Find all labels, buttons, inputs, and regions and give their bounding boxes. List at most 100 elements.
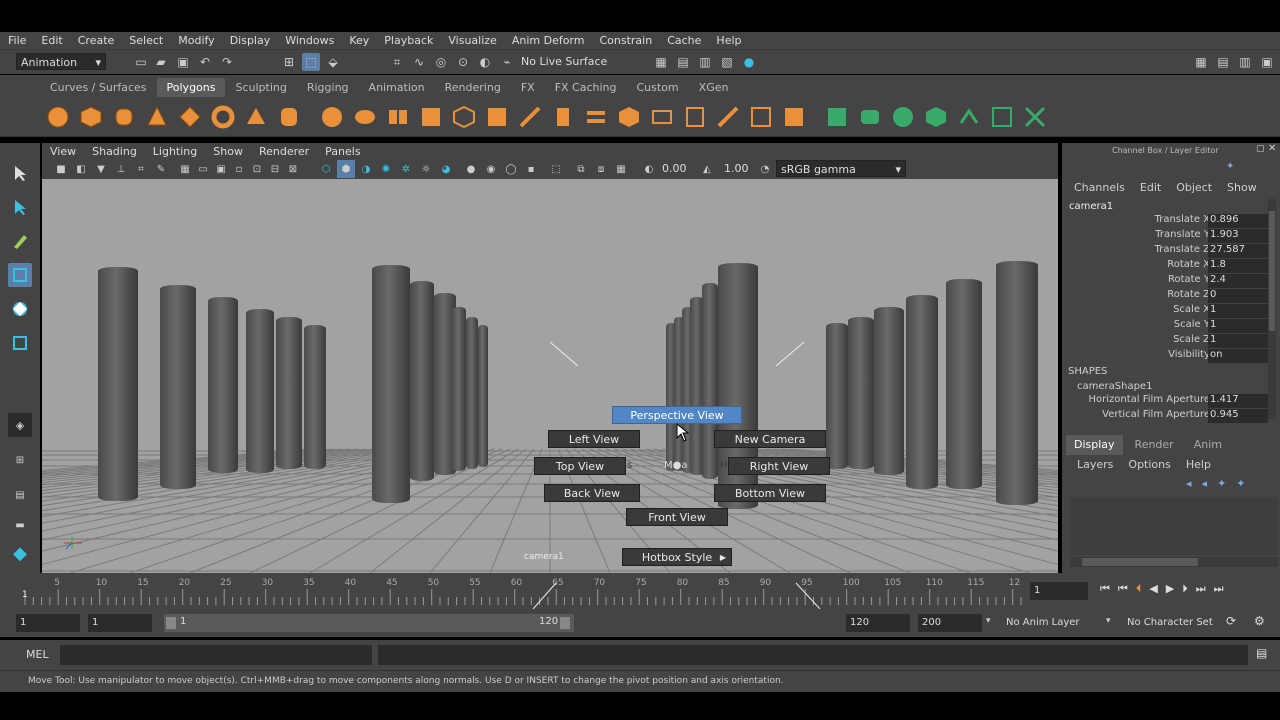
play-forward-icon[interactable]: ▶	[1166, 582, 1174, 596]
menu-set-dropdown[interactable]: Animation ▾	[16, 53, 106, 70]
wireframe-icon[interactable]: ⬡	[317, 160, 335, 178]
pillar-cylinder[interactable]	[276, 317, 302, 469]
safe-title-icon[interactable]: ⊠	[284, 160, 302, 178]
hotbox-style-button[interactable]: Hotbox Style ▶	[622, 548, 732, 566]
tab-animation[interactable]: Animation	[359, 78, 435, 97]
ambient-occlusion-icon[interactable]: ●	[462, 160, 480, 178]
menu-key[interactable]: Key	[349, 34, 369, 47]
menu-cache[interactable]: Cache	[667, 34, 701, 47]
exposure-value[interactable]: 0.00	[662, 162, 687, 175]
tool-settings-icon[interactable]: ▥	[1236, 53, 1254, 71]
animation-start-field[interactable]: 1	[16, 614, 80, 632]
channel-value-field[interactable]: 0.896	[1208, 214, 1268, 228]
layer-list[interactable]	[1070, 497, 1278, 555]
snap-point-icon[interactable]: ◎	[432, 53, 450, 71]
hotbox-left-view[interactable]: Left View	[548, 430, 640, 448]
channel-value-field[interactable]: 2.4	[1208, 274, 1268, 288]
menu-constrain[interactable]: Constrain	[599, 34, 652, 47]
pillar-cylinder[interactable]	[478, 325, 488, 467]
append-polygon-icon[interactable]	[749, 105, 773, 129]
x-ray-icon[interactable]: ✲	[397, 160, 415, 178]
render-view-icon[interactable]: ▦	[652, 53, 670, 71]
channel-value-field[interactable]: 1	[1208, 304, 1268, 318]
viewport-scene[interactable]: camera1 Perspective View Left View New C…	[42, 179, 1058, 573]
menu-modify[interactable]: Modify	[178, 34, 214, 47]
pillar-cylinder[interactable]	[452, 307, 466, 471]
hotbox-new-camera[interactable]: New Camera	[714, 430, 826, 448]
tab-polygons[interactable]: Polygons	[156, 77, 226, 97]
graph-layout-icon[interactable]: ▬	[8, 513, 32, 537]
wireframe-on-shaded-icon[interactable]: ◑	[357, 160, 375, 178]
channel-row[interactable]: Rotate X 1.8	[1062, 259, 1272, 274]
select-object-icon[interactable]: ⬚	[302, 53, 320, 71]
tab-render-layers[interactable]: Render	[1123, 435, 1186, 455]
channel-row[interactable]: Visibility on	[1062, 349, 1272, 364]
camera-attributes-icon[interactable]: ◧	[72, 160, 90, 178]
command-language-label[interactable]: MEL	[26, 648, 49, 661]
textured-icon[interactable]: ✺	[377, 160, 395, 178]
separate-icon[interactable]	[353, 105, 377, 129]
tab-display-layers[interactable]: Display	[1066, 435, 1123, 455]
snap-surface-icon[interactable]: ⊙	[454, 53, 472, 71]
field-chart-icon[interactable]: ⊡	[248, 160, 266, 178]
channel-value-field[interactable]: 1.8	[1208, 259, 1268, 273]
new-layer-icon[interactable]: ✦	[1217, 477, 1226, 490]
poly-cone-icon[interactable]	[145, 105, 169, 129]
anti-alias-icon[interactable]: ◯	[502, 160, 520, 178]
step-back-frame-icon[interactable]: ⏴	[1136, 582, 1142, 596]
uv-cylindrical-icon[interactable]	[858, 105, 882, 129]
poly-torus-icon[interactable]	[211, 105, 235, 129]
preferences-icon[interactable]: ⚙	[1254, 614, 1265, 628]
pillar-cylinder[interactable]	[996, 261, 1038, 505]
uv-automatic-icon[interactable]	[924, 105, 948, 129]
boolean-icon[interactable]	[617, 105, 641, 129]
multi-cut-icon[interactable]	[650, 105, 674, 129]
viewport-menu-renderer[interactable]: Renderer	[259, 145, 309, 158]
tab-curves-surfaces[interactable]: Curves / Surfaces	[40, 78, 157, 97]
uv-editor-icon[interactable]	[957, 105, 981, 129]
channel-row[interactable]: Scale Y1	[1062, 319, 1272, 334]
hotbox-back-view[interactable]: Back View	[544, 484, 640, 502]
gate-mask-icon[interactable]: ▫	[230, 160, 248, 178]
menu-playback[interactable]: Playback	[384, 34, 433, 47]
chevron-down-icon[interactable]: ▾	[986, 616, 991, 626]
four-view-layout-icon[interactable]: ⊞	[8, 448, 32, 472]
edit-menu[interactable]: Edit	[1140, 181, 1161, 194]
auto-key-icon[interactable]: ⟳	[1226, 614, 1236, 628]
pillar-cylinder[interactable]	[98, 267, 138, 501]
backface-icon[interactable]: ▦	[612, 160, 630, 178]
channel-row[interactable]: Scale Z1	[1062, 334, 1272, 349]
new-scene-icon[interactable]: ▭	[132, 53, 150, 71]
pillar-cylinder[interactable]	[246, 309, 274, 473]
viewport-menu-lighting[interactable]: Lighting	[153, 145, 197, 158]
gamma-icon[interactable]: ◭	[698, 160, 716, 178]
workspace-icon[interactable]: ▦	[1192, 53, 1210, 71]
film-gate-icon[interactable]: ▭	[194, 160, 212, 178]
tab-custom[interactable]: Custom	[627, 78, 689, 97]
time-slider[interactable]: 5 10 15 20 25 30 35 40 45 50 55 60 65 70 75 80 85 90 95 100…	[0, 573, 1280, 609]
resolution-gate-icon[interactable]: ▣	[212, 160, 230, 178]
bridge-icon[interactable]	[584, 105, 608, 129]
menu-file[interactable]: File	[8, 34, 26, 47]
hotbox-bottom-view[interactable]: Bottom View	[714, 484, 826, 502]
uv-planar-icon[interactable]	[825, 105, 849, 129]
menu-create[interactable]: Create	[78, 34, 115, 47]
show-menu[interactable]: Show	[1227, 181, 1257, 194]
hotbox-front-view[interactable]: Front View	[626, 508, 728, 526]
depth-of-field-icon[interactable]: ▪	[522, 160, 540, 178]
insert-edge-loop-icon[interactable]	[683, 105, 707, 129]
pillar-cylinder[interactable]	[304, 325, 326, 469]
snap-grid-icon[interactable]: ⌗	[388, 53, 406, 71]
animation-end-field[interactable]: 200	[918, 614, 982, 632]
colorspace-dropdown[interactable]: sRGB gamma ▾	[776, 160, 906, 177]
tab-xgen[interactable]: XGen	[689, 78, 739, 97]
viewport-menu-show[interactable]: Show	[213, 145, 243, 158]
current-frame-field[interactable]: 1	[1030, 582, 1088, 600]
channel-value-field[interactable]: 0	[1208, 289, 1268, 303]
close-icon[interactable]: ✕	[1268, 143, 1276, 154]
viewport-menu-view[interactable]: View	[50, 145, 76, 158]
bookmark-icon[interactable]: ▼	[92, 160, 110, 178]
move-tool-icon[interactable]	[8, 263, 32, 287]
poly-sphere-icon[interactable]	[46, 105, 70, 129]
selected-object-name[interactable]: camera1	[1069, 201, 1113, 212]
